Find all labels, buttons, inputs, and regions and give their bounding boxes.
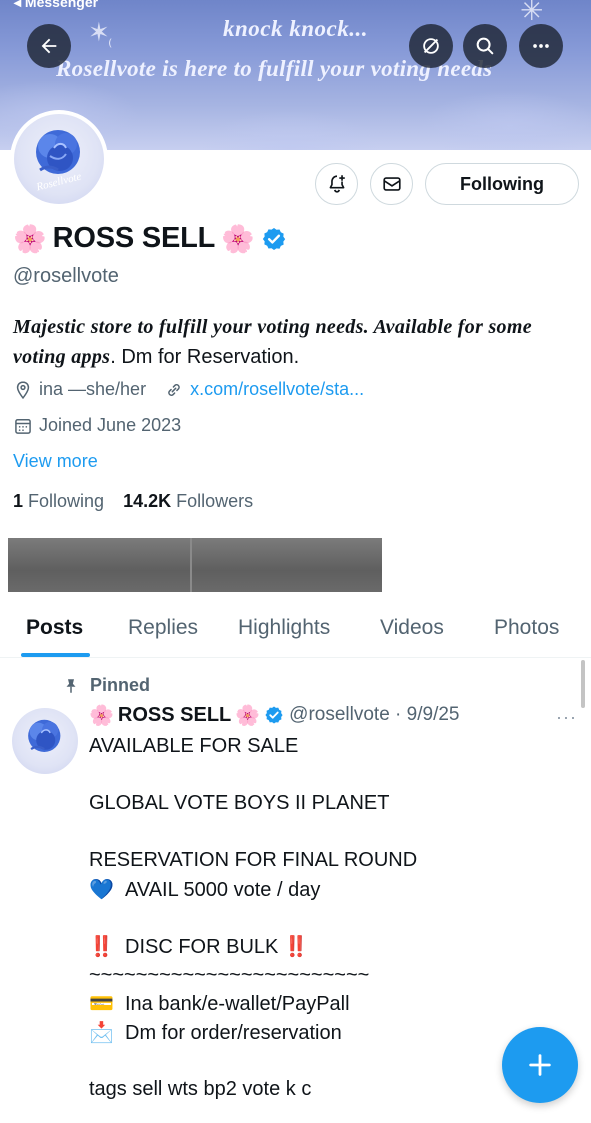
search-button[interactable]: [463, 24, 507, 68]
post-line-emoji-icon: 💳: [89, 991, 114, 1016]
post-line-text: GLOBAL VOTE BOYS II PLANET: [89, 792, 390, 815]
post-line-emoji-icon: 💙: [89, 876, 114, 901]
post-line: 📩 Dm for order/reservation: [89, 1018, 569, 1047]
post-line-text: DISC FOR BULK ‼️: [125, 936, 309, 959]
profile-joined-row: Joined June 2023: [13, 415, 181, 436]
post-author-avatar[interactable]: [12, 708, 78, 774]
plus-icon: [529, 1054, 551, 1076]
redaction-seam: [190, 538, 192, 592]
tab-highlights[interactable]: Highlights: [238, 616, 330, 640]
post-line: [89, 1047, 569, 1076]
followers-label: Followers: [176, 491, 254, 511]
post-line: [89, 761, 569, 790]
post-line-text: AVAILABLE FOR SALE: [89, 735, 299, 757]
grok-icon: [423, 38, 439, 54]
post-line: [89, 904, 569, 933]
bell-plus-icon: [329, 175, 345, 193]
following-stat[interactable]: 1 Following: [13, 491, 104, 511]
post-header: 🌸 ROSS SELL 🌸 @rosellvote · 9/9/25: [89, 703, 460, 727]
verified-badge-icon[interactable]: [261, 226, 287, 252]
post-line: 💳 Ina bank/e-wallet/PayPall: [89, 989, 569, 1018]
envelope-icon: [382, 177, 401, 191]
tab-replies[interactable]: Replies: [128, 616, 198, 640]
verified-badge-icon: [265, 706, 283, 724]
post-line: RESERVATION FOR FINAL ROUND: [89, 846, 569, 875]
cherry-blossom-icon: 🌸: [235, 703, 261, 727]
post-line: AVAILABLE FOR SALE: [89, 732, 569, 761]
tab-photos[interactable]: Photos: [494, 616, 559, 640]
post-line: ~~~~~~~~~~~~~~~~~~~~~~~~: [89, 961, 569, 990]
blue-rose-image: [28, 719, 61, 752]
cherry-blossom-icon: 🌸: [89, 703, 114, 727]
post-line: tags sell wts bp2 vote k c: [89, 1075, 569, 1104]
profile-meta-row: ina —she/her x.com/rosellvote/sta...: [13, 379, 364, 400]
profile-name-row: 🌸 ROSS SELL 🌸: [13, 222, 287, 255]
follow-stats: 1 Following 14.2K Followers: [13, 491, 253, 512]
search-icon: [476, 37, 494, 55]
profile-avatar[interactable]: Rosellvote: [10, 110, 108, 208]
banner-petal-decoration: [200, 110, 380, 150]
post-line-text: Ina bank/e-wallet/PayPall: [125, 993, 350, 1016]
following-count: 1: [13, 491, 24, 511]
display-name: ROSS SELL: [52, 222, 216, 254]
following-button[interactable]: Following: [425, 163, 579, 205]
back-button[interactable]: [27, 24, 71, 68]
grok-button[interactable]: [409, 24, 453, 68]
post-line-text: RESERVATION FOR FINAL ROUND: [89, 849, 418, 872]
post-more-options[interactable]: ···: [556, 707, 577, 728]
followers-count: 14.2K: [123, 491, 172, 511]
pinned-label: Pinned: [90, 675, 151, 695]
profile-handle: @rosellvote: [13, 265, 119, 287]
followers-stat[interactable]: 14.2K Followers: [123, 491, 253, 511]
post-line: ‼️ DISC FOR BULK ‼️: [89, 932, 569, 961]
profile-location: ina —she/her: [39, 379, 147, 399]
pin-icon: [66, 678, 76, 693]
tab-posts[interactable]: Posts: [26, 616, 83, 640]
profile-tabs: Posts Replies Highlights Videos Photos: [0, 600, 591, 658]
more-horizontal-icon: [533, 44, 549, 48]
post-line: 💙 AVAIL 5000 vote / day: [89, 875, 569, 904]
messenger-back-link[interactable]: ◂ Messenger: [14, 0, 98, 11]
view-more-link[interactable]: View more: [13, 451, 98, 472]
profile-bio: Majestic store to fulfill your voting ne…: [13, 312, 583, 372]
post-handle-date: @rosellvote · 9/9/25: [289, 704, 460, 725]
avatar-image: Rosellvote: [14, 114, 104, 204]
cherry-blossom-icon: 🌸: [221, 223, 255, 255]
post-line-emoji-icon: 📩: [89, 1019, 114, 1044]
active-tab-indicator: [21, 653, 90, 657]
post-text: AVAILABLE FOR SALE GLOBAL VOTE BOYS II PL…: [89, 732, 569, 1104]
calendar-icon: [15, 418, 31, 434]
post-line-text: AVAIL 5000 vote / day: [125, 878, 321, 901]
more-options-button[interactable]: [519, 24, 563, 68]
scrollbar[interactable]: [581, 660, 585, 708]
banner-petal-decoration: [420, 90, 591, 150]
redacted-area: [8, 538, 382, 592]
post-line-emoji-icon: ‼️: [89, 934, 114, 959]
cherry-blossom-icon: 🌸: [13, 223, 47, 255]
post-line-text: tags sell wts bp2 vote k c: [89, 1078, 312, 1101]
arrow-left-icon: [41, 38, 57, 54]
message-button[interactable]: [370, 163, 413, 205]
link-icon: [168, 383, 180, 396]
pinned-indicator: Pinned: [62, 675, 150, 696]
blue-rose-image: [36, 130, 80, 174]
profile-website-link[interactable]: x.com/rosellvote/sta...: [190, 379, 364, 400]
following-label: Following: [28, 491, 105, 511]
notifications-button[interactable]: [315, 163, 358, 205]
post-author-name[interactable]: ROSS SELL: [118, 704, 231, 727]
location-pin-icon: [16, 380, 30, 399]
post-line-text: Dm for order/reservation: [125, 1021, 342, 1044]
compose-post-button[interactable]: [502, 1027, 578, 1103]
post-line-text: ~~~~~~~~~~~~~~~~~~~~~~~~: [89, 963, 370, 986]
post-line: GLOBAL VOTE BOYS II PLANET: [89, 789, 569, 818]
post-line: [89, 818, 569, 847]
profile-joined-date: Joined June 2023: [39, 415, 182, 435]
bio-plain-text: . Dm for Reservation.: [110, 346, 300, 368]
tab-videos[interactable]: Videos: [380, 616, 444, 640]
